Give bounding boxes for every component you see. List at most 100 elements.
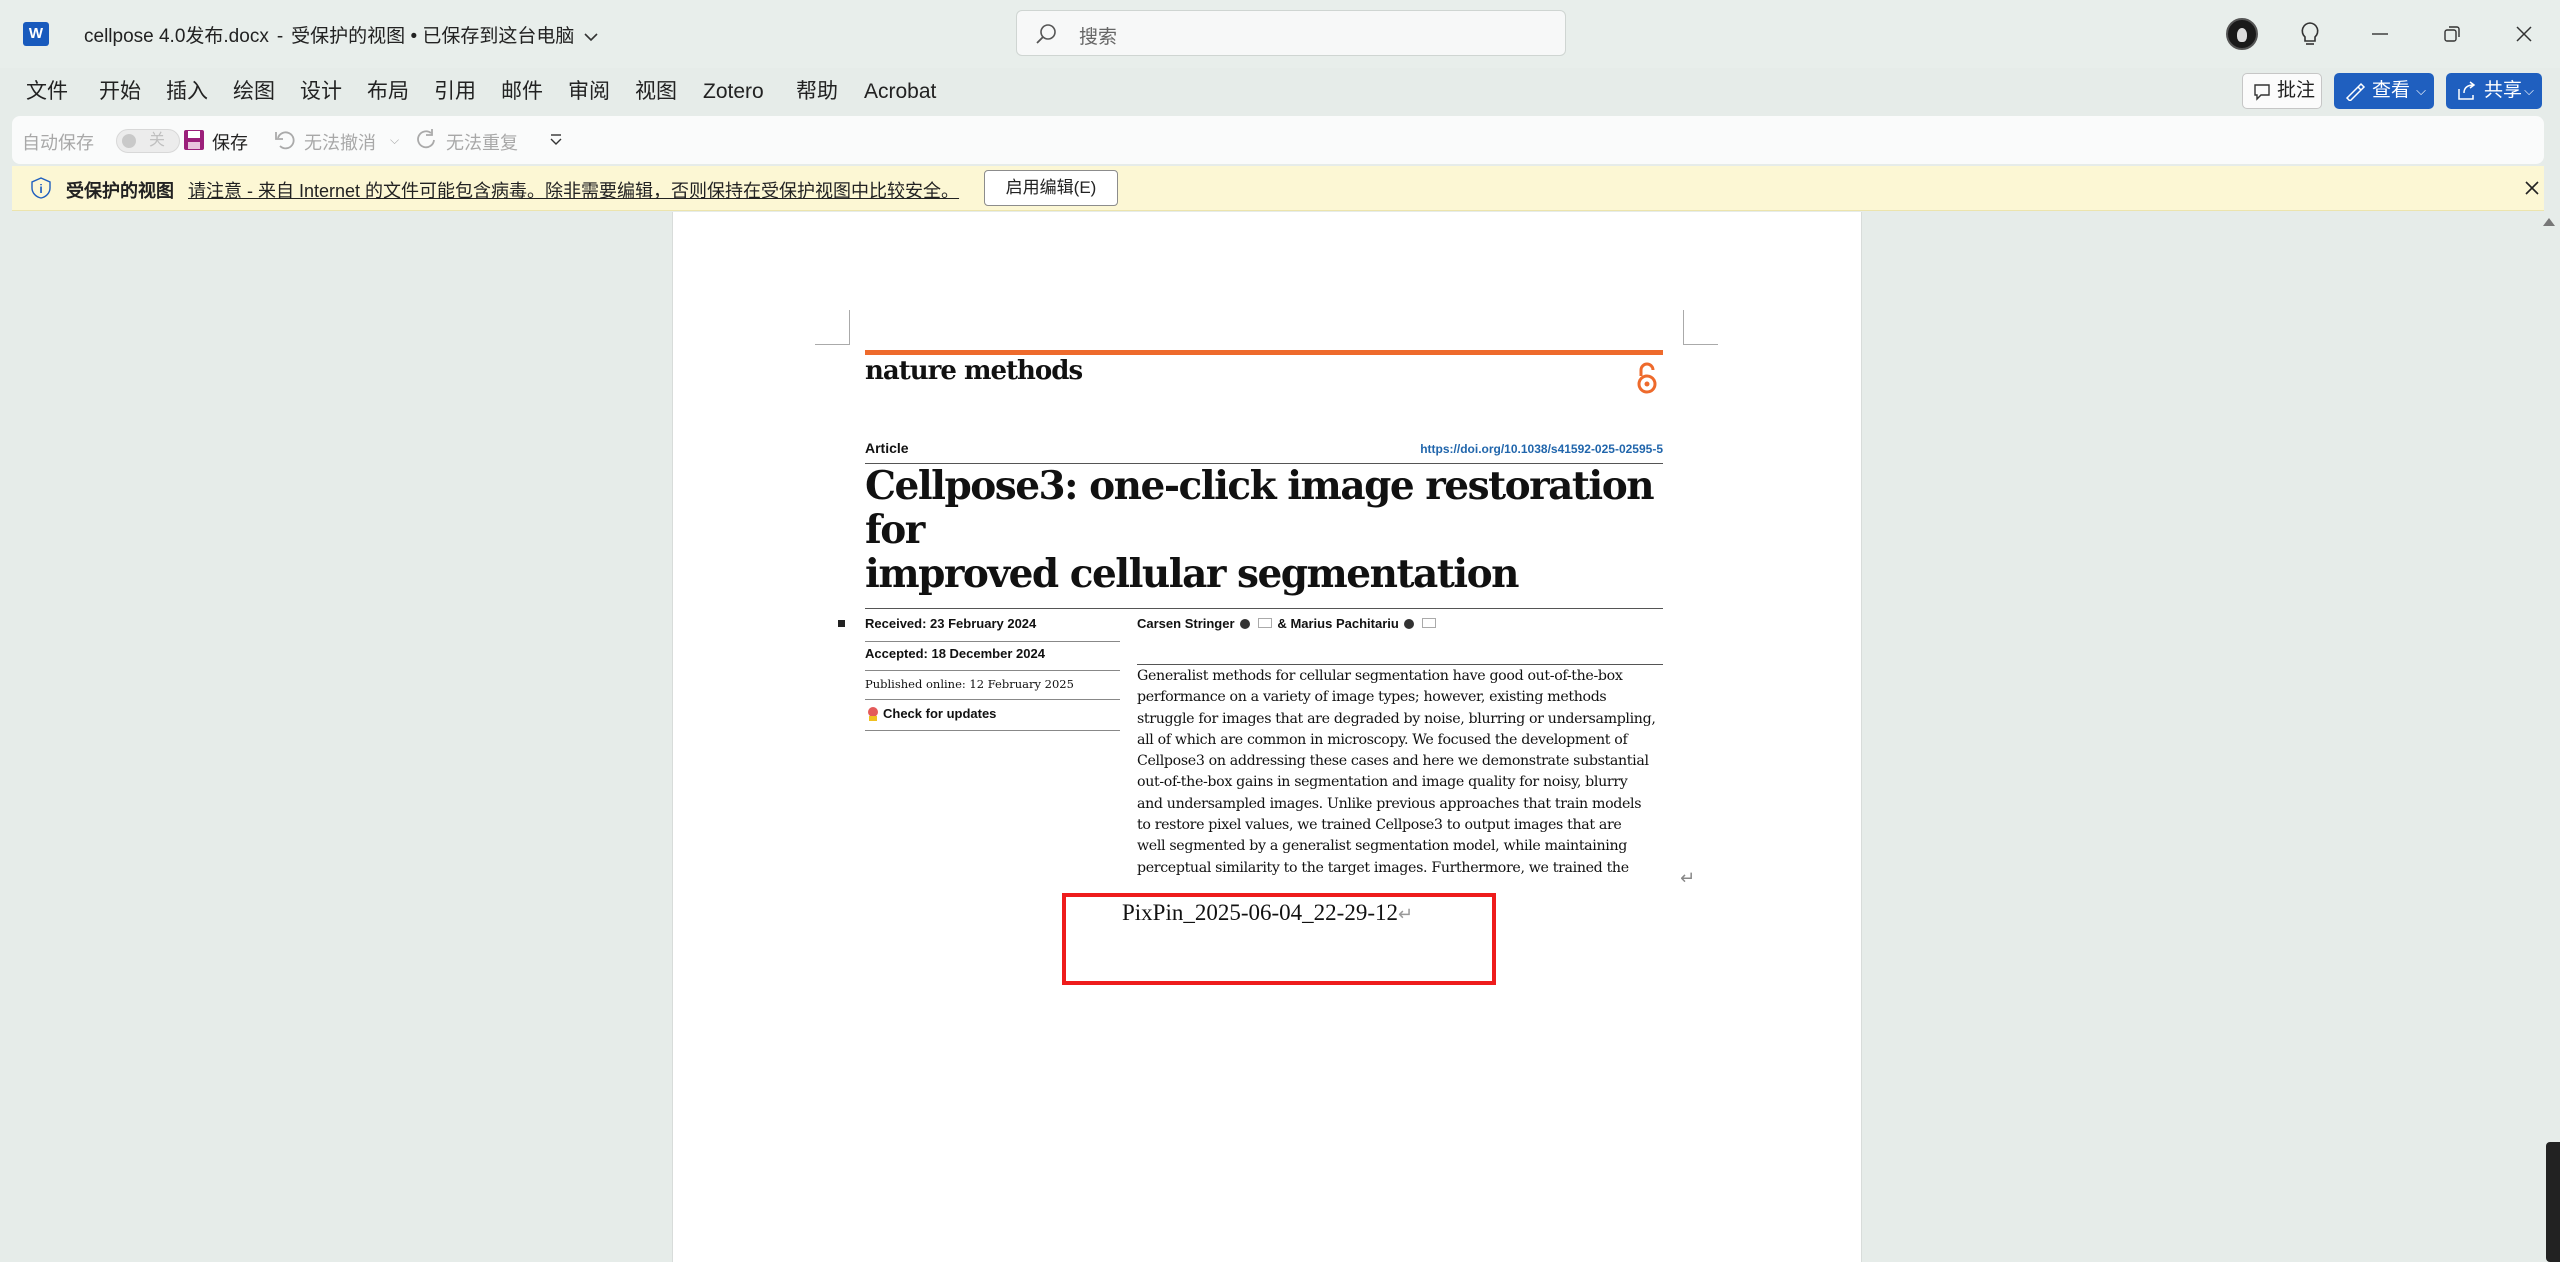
search-placeholder: 搜索 xyxy=(1079,27,1118,48)
highlight-box xyxy=(1062,893,1496,985)
menu-view[interactable]: 视图 xyxy=(635,72,677,112)
crop-mark xyxy=(1683,310,1718,345)
accepted-date: Accepted: 18 December 2024 xyxy=(865,646,1045,661)
article-type: Article xyxy=(865,440,909,456)
comment-icon xyxy=(2254,84,2270,101)
published-date: Published online: 12 February 2025 xyxy=(865,677,1074,691)
view-mode-label: 查看 xyxy=(2372,80,2411,101)
menu-draw[interactable]: 绘图 xyxy=(233,72,275,112)
email-icon xyxy=(1257,618,1272,628)
customize-toolbar-icon[interactable] xyxy=(548,132,564,148)
update-badge-icon xyxy=(868,707,878,721)
doi-link[interactable]: https://doi.org/10.1038/s41592-025-02595… xyxy=(1420,442,1663,456)
comment-button[interactable]: 批注 xyxy=(2242,73,2322,109)
list-bullet xyxy=(838,620,845,627)
autosave-toggle[interactable]: 关 xyxy=(116,129,180,153)
orcid-icon xyxy=(1404,619,1415,629)
received-date: Received: 23 February 2024 xyxy=(865,616,1037,631)
abstract-line: all of which are common in microscopy. W… xyxy=(1137,731,1628,748)
abstract-line: performance on a variety of image types;… xyxy=(1137,689,1607,706)
autosave-state: 关 xyxy=(149,132,166,149)
view-mode-button[interactable]: 查看 ⌵ xyxy=(2334,73,2434,109)
menu-review[interactable]: 审阅 xyxy=(568,72,610,112)
close-icon[interactable] xyxy=(2508,18,2540,50)
undo-dropdown-icon[interactable]: ⌵ xyxy=(390,133,399,148)
abstract-line: well segmented by a generalist segmentat… xyxy=(1137,838,1627,855)
menu-acrobat[interactable]: Acrobat xyxy=(864,72,936,112)
menu-mailings[interactable]: 邮件 xyxy=(501,72,543,112)
menu-insert[interactable]: 插入 xyxy=(166,72,208,112)
redo-button[interactable]: 无法重复 xyxy=(446,129,518,155)
save-icon[interactable] xyxy=(182,128,206,152)
open-access-icon xyxy=(1637,362,1657,394)
share-icon xyxy=(2458,81,2476,100)
menu-design[interactable]: 设计 xyxy=(300,72,342,112)
menu-file[interactable]: 文件 xyxy=(26,72,68,112)
document-title[interactable]: cellpose 4.0发布.docx - 受保护的视图 • 已保存到这台电脑 xyxy=(84,21,598,48)
author-name: Carsen Stringer xyxy=(1137,616,1235,631)
divider xyxy=(865,699,1120,700)
search-icon xyxy=(1036,24,1056,44)
enable-editing-button[interactable]: 启用编辑(E) xyxy=(984,170,1118,206)
journal-name: nature methods xyxy=(865,356,1083,386)
info-icon: i xyxy=(31,177,51,199)
menu-zotero[interactable]: Zotero xyxy=(703,72,764,112)
abstract-line: out-of-the-box gains in segmentation and… xyxy=(1137,774,1628,791)
svg-text:i: i xyxy=(39,182,42,196)
paragraph-mark: ↵ xyxy=(1680,868,1696,888)
redo-icon[interactable] xyxy=(414,128,438,152)
orcid-icon xyxy=(1240,619,1251,629)
menu-layout[interactable]: 布局 xyxy=(367,72,409,112)
close-icon[interactable] xyxy=(2522,178,2542,198)
abstract-line: Generalist methods for cellular segmenta… xyxy=(1137,668,1623,684)
view-mode: 受保护的视图 xyxy=(291,26,406,47)
minimize-icon[interactable] xyxy=(2364,18,2396,50)
protected-view-bar: i 受保护的视图 请注意 - 来自 Internet 的文件可能包含病毒。除非需… xyxy=(12,166,2544,211)
share-button[interactable]: 共享 ⌵ xyxy=(2446,73,2542,109)
title-line: Cellpose3: one-click image restoration f… xyxy=(865,463,1655,553)
scroll-up-arrow-icon[interactable] xyxy=(2543,218,2555,226)
restore-icon[interactable] xyxy=(2436,18,2468,50)
chevron-down-icon: ⌵ xyxy=(2524,83,2534,98)
save-status: 已保存到这台电脑 xyxy=(422,26,575,47)
protected-view-message[interactable]: 请注意 - 来自 Internet 的文件可能包含病毒。除非需要编辑，否则保持在… xyxy=(188,177,959,203)
title-bullet: • xyxy=(410,26,418,47)
vertical-scrollbar[interactable] xyxy=(2538,212,2560,1262)
check-updates: Check for updates xyxy=(865,706,1120,721)
menu-references[interactable]: 引用 xyxy=(434,72,476,112)
author-name: Marius Pachitariu xyxy=(1290,616,1399,631)
lightbulb-icon[interactable] xyxy=(2294,18,2326,50)
menu-help[interactable]: 帮助 xyxy=(796,72,838,112)
quick-access-toolbar: 自动保存 关 保存 无法撤消 ⌵ 无法重复 xyxy=(12,116,2544,164)
save-button[interactable]: 保存 xyxy=(212,129,248,155)
file-name: cellpose 4.0发布.docx xyxy=(84,26,269,47)
menu-home[interactable]: 开始 xyxy=(99,72,141,112)
abstract-line: perceptual similarity to the target imag… xyxy=(1137,859,1629,876)
undo-icon[interactable] xyxy=(274,128,298,152)
embedded-article-image[interactable]: nature methods Article https://doi.org/1… xyxy=(865,350,1663,888)
protected-view-title: 受保护的视图 xyxy=(66,181,174,201)
divider xyxy=(865,730,1120,731)
search-input[interactable]: 搜索 xyxy=(1016,10,1566,56)
undo-button[interactable]: 无法撤消 xyxy=(304,129,376,155)
crop-mark xyxy=(815,310,850,345)
abstract: Generalist methods for cellular segmenta… xyxy=(1137,666,1659,879)
title-bar: W cellpose 4.0发布.docx - 受保护的视图 • 已保存到这台电脑 … xyxy=(0,0,2560,68)
abstract-line: Cellpose3 on addressing these cases and … xyxy=(1137,753,1649,770)
chevron-down-icon xyxy=(584,33,598,42)
article-title: Cellpose3: one-click image restoration f… xyxy=(865,464,1663,596)
check-updates-label: Check for updates xyxy=(883,706,997,721)
word-app-icon[interactable]: W xyxy=(23,22,53,46)
title-line: improved cellular segmentation xyxy=(865,551,1519,597)
avatar[interactable] xyxy=(2226,18,2258,50)
scroll-thumb[interactable] xyxy=(2546,1142,2560,1262)
comment-label: 批注 xyxy=(2277,80,2316,101)
abstract-line: to restore pixel values, we trained Cell… xyxy=(1137,817,1622,834)
abstract-line: and undersampled images. Unlike previous… xyxy=(1137,795,1642,812)
divider xyxy=(865,670,1120,671)
author-separator: & xyxy=(1277,616,1287,631)
share-label: 共享 xyxy=(2484,80,2523,101)
toggle-knob xyxy=(122,134,136,148)
autosave-label: 自动保存 xyxy=(22,133,94,153)
pen-icon xyxy=(2345,82,2366,101)
